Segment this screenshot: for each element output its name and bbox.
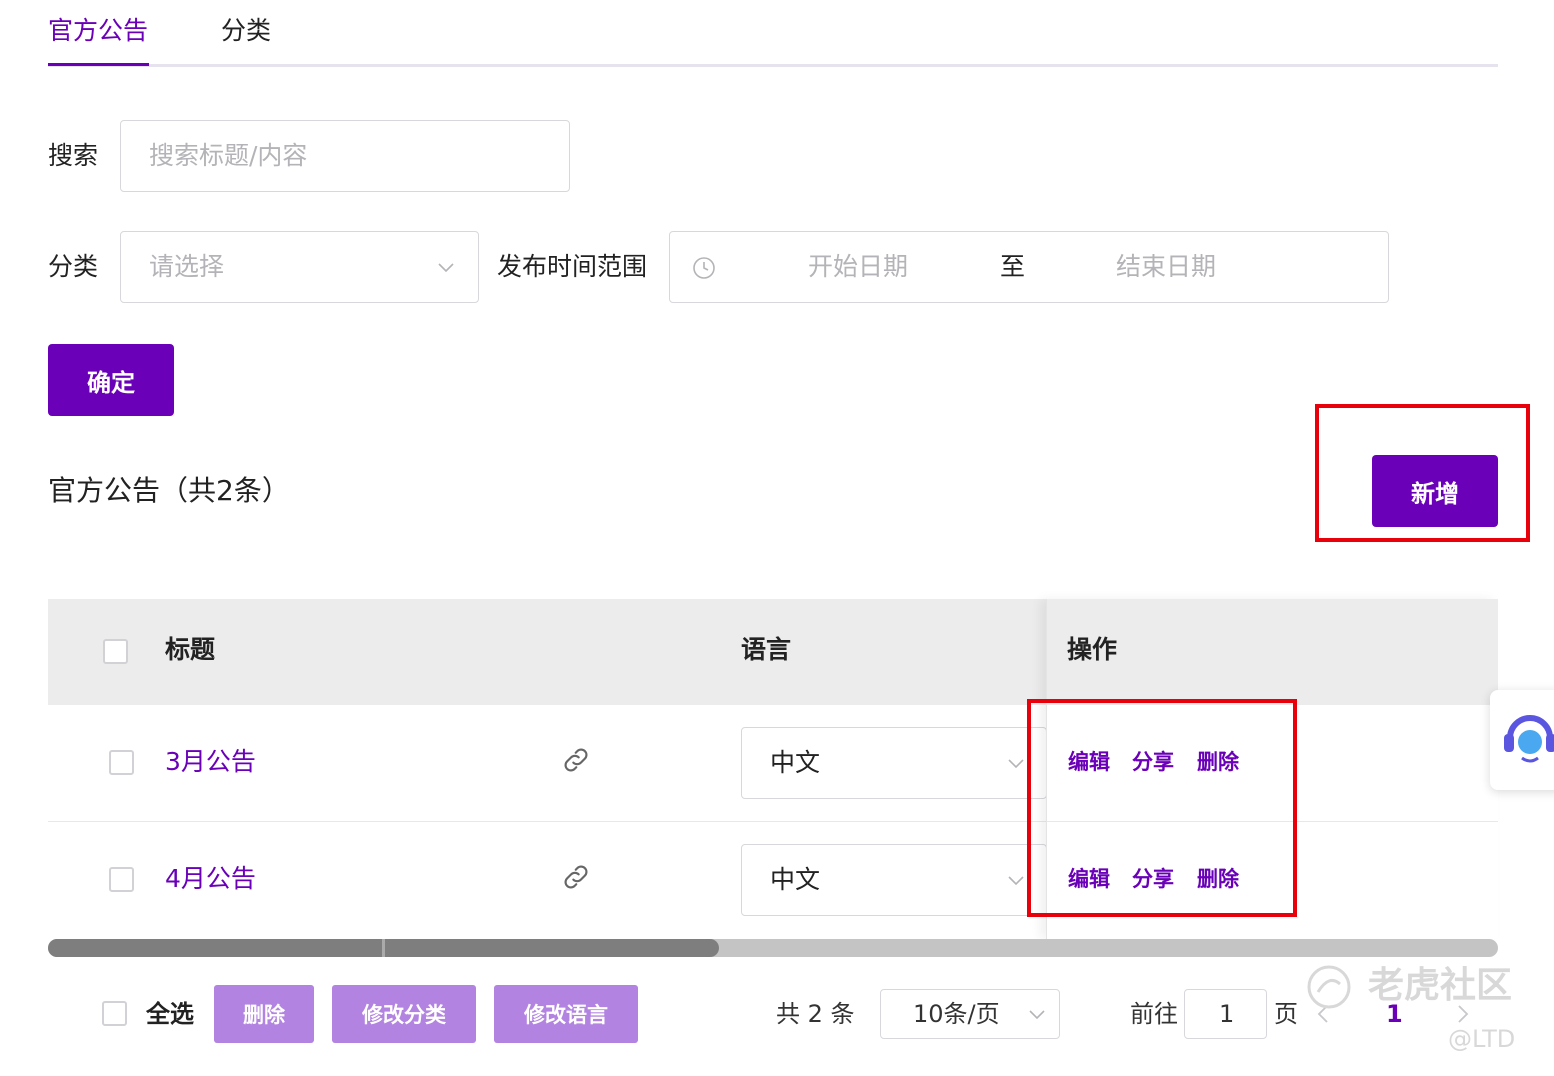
search-placeholder: 搜索标题/内容 xyxy=(149,141,308,170)
select-all-label[interactable]: 全选 xyxy=(146,997,194,1031)
scrollbar-divider xyxy=(382,939,385,957)
tab-categories[interactable]: 分类 xyxy=(221,14,271,48)
link-icon[interactable] xyxy=(560,744,592,776)
page-suffix: 页 xyxy=(1274,1000,1298,1028)
category-label: 分类 xyxy=(48,252,99,281)
row-checkbox[interactable] xyxy=(109,867,134,892)
link-icon[interactable] xyxy=(560,861,592,893)
confirm-button[interactable]: 确定 xyxy=(48,344,174,416)
row-checkbox[interactable] xyxy=(109,750,134,775)
headset-icon xyxy=(1504,715,1554,763)
start-date-placeholder[interactable]: 开始日期 xyxy=(808,250,908,284)
search-label: 搜索 xyxy=(48,141,99,170)
bulk-edit-language-button[interactable]: 修改语言 xyxy=(494,985,638,1043)
watermark-handle: @LTD xyxy=(1448,1025,1516,1053)
column-header-title: 标题 xyxy=(165,635,216,664)
tab-official-announcements[interactable]: 官方公告 xyxy=(48,14,148,48)
language-select[interactable]: 中文 xyxy=(741,727,1047,799)
clock-icon xyxy=(693,257,715,279)
select-all-checkbox[interactable] xyxy=(102,1001,127,1026)
search-input[interactable]: 搜索标题/内容 xyxy=(120,120,570,192)
date-range-picker[interactable]: 开始日期 至 结束日期 xyxy=(669,231,1389,303)
chevron-down-icon xyxy=(1029,1010,1045,1020)
goto-label: 前往 xyxy=(1130,1000,1178,1028)
language-select[interactable]: 中文 xyxy=(741,844,1047,916)
end-date-placeholder[interactable]: 结束日期 xyxy=(1116,250,1216,284)
bulk-delete-button[interactable]: 删除 xyxy=(214,985,314,1043)
header-checkbox[interactable] xyxy=(103,639,128,664)
bulk-edit-category-button[interactable]: 修改分类 xyxy=(332,985,476,1043)
watermark-logo-icon xyxy=(1307,965,1351,1009)
language-value: 中文 xyxy=(770,865,821,894)
range-separator: 至 xyxy=(1000,252,1026,281)
date-range-label: 发布时间范围 xyxy=(497,252,648,281)
category-placeholder: 请选择 xyxy=(149,252,225,281)
total-count: 共 2 条 xyxy=(776,1000,855,1028)
active-tab-indicator xyxy=(48,63,149,66)
goto-page-value: 1 xyxy=(1219,1000,1235,1028)
chevron-down-icon xyxy=(1008,759,1024,769)
highlight-box-add xyxy=(1315,404,1530,542)
column-header-language: 语言 xyxy=(741,635,792,664)
customer-support-widget[interactable] xyxy=(1490,690,1554,790)
page-size-value: 10条/页 xyxy=(913,1000,1000,1028)
row-title-link[interactable]: 4月公告 xyxy=(165,862,256,896)
page-size-select[interactable]: 10条/页 xyxy=(880,989,1060,1039)
goto-page-input[interactable]: 1 xyxy=(1184,989,1267,1039)
tab-bar: 官方公告 分类 xyxy=(48,0,1498,67)
horizontal-scrollbar[interactable] xyxy=(48,939,1498,957)
chevron-down-icon xyxy=(438,263,454,273)
section-title: 官方公告（共2条） xyxy=(48,474,290,507)
language-value: 中文 xyxy=(770,748,821,777)
row-title-link[interactable]: 3月公告 xyxy=(165,745,256,779)
watermark-text: 老虎社区 xyxy=(1368,965,1513,1006)
highlight-box-actions xyxy=(1027,699,1297,917)
category-select[interactable]: 请选择 xyxy=(120,231,479,303)
chevron-down-icon xyxy=(1008,876,1024,886)
